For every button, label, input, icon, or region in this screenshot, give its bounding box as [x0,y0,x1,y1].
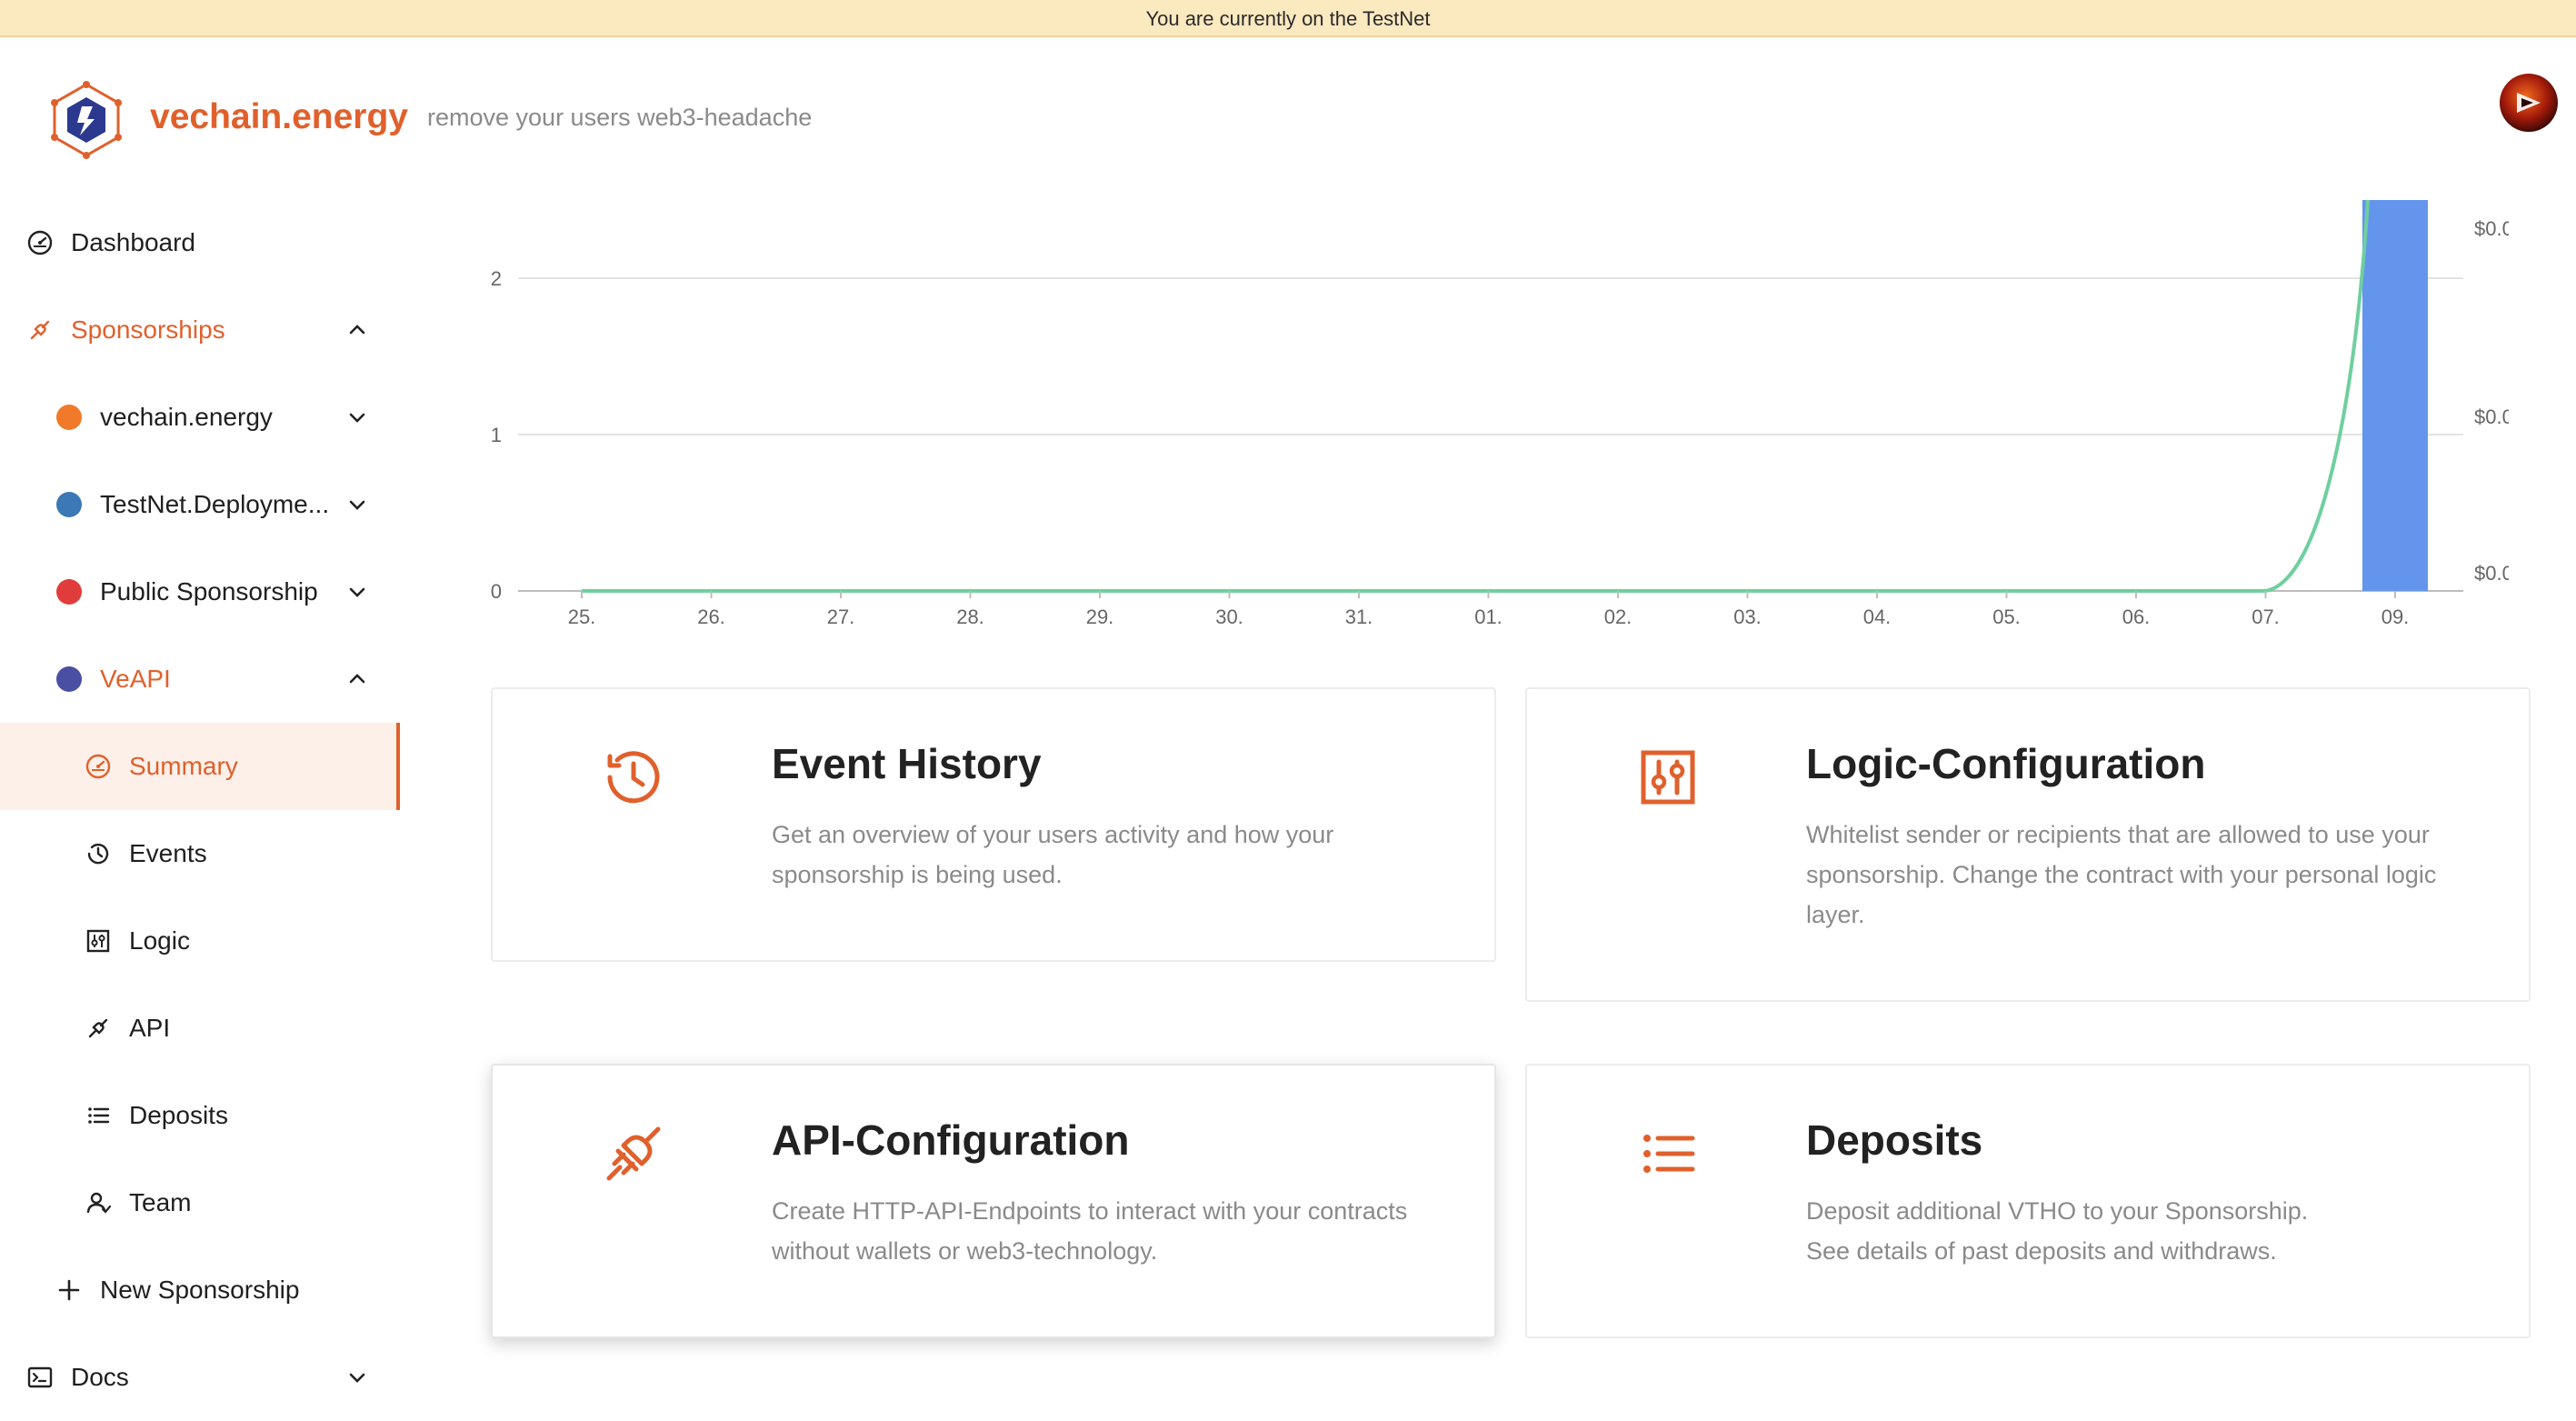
card-description: Whitelist sender or recipients that are … [1806,821,2437,928]
brand-tagline: remove your users web3-headache [427,104,813,131]
sidebar-item-label: Summary [129,752,238,780]
x-axis-tick-label: 01. [1474,605,1503,628]
event-history-card[interactable]: Event History Get an overview of your us… [491,687,1496,962]
sidebar-item-sponsorships[interactable]: Sponsorships [0,286,400,374]
x-axis-tick-label: 25. [568,605,596,628]
chart-bar [2362,200,2428,591]
x-axis-tick-label: 04. [1863,605,1892,628]
logic-configuration-card[interactable]: Logic-Configuration Whitelist sender or … [1525,687,2531,1002]
list-icon [84,1101,113,1130]
team-icon [84,1188,113,1217]
brand-name[interactable]: vechain.energy [150,97,408,137]
sidebar-item-testnet-deployment[interactable]: TestNet.Deployme... [0,461,400,548]
card-title: API-Configuration [772,1116,1130,1164]
plus-icon [55,1276,84,1305]
sidebar-item-docs[interactable]: Docs [0,1334,400,1421]
plug-icon [606,1126,661,1181]
sidebar-item-label: Logic [129,926,190,955]
sidebar-item-dashboard[interactable]: Dashboard [0,199,400,286]
y-axis-right-tick-label: $0.01 [2474,217,2509,240]
x-axis-tick-label: 06. [2122,605,2151,628]
list-icon [1643,1135,1695,1173]
new-sponsorship-button[interactable]: New Sponsorship [0,1246,400,1334]
chevron-up-icon[interactable] [345,318,369,342]
sidebar-item-label: TestNet.Deployme... [100,490,330,518]
sidebar-item-label: vechain.energy [100,403,273,431]
vechain-energy-logo-icon[interactable] [47,81,125,159]
sidebar-item-deposits[interactable]: Deposits [0,1072,400,1159]
card-description: Get an overview of your users activity a… [772,821,1334,888]
chart-line [582,199,2370,593]
sliders-icon [84,926,113,956]
x-axis-tick-label: 26. [697,605,725,628]
sidebar-item-public-sponsorship[interactable]: Public Sponsorship [0,548,400,635]
chevron-down-icon[interactable] [345,1366,369,1389]
sidebar-item-label: Docs [71,1363,129,1391]
card-description: Create HTTP-API-Endpoints to interact wi… [772,1197,1408,1265]
history-icon [607,751,660,804]
history-icon [84,839,113,868]
sidebar-item-label: New Sponsorship [100,1276,300,1304]
chevron-up-icon[interactable] [345,667,369,691]
card-description-line: Deposit additional VTHO to your Sponsors… [1806,1197,2309,1225]
app-header: vechain.energy remove your users web3-he… [0,37,2576,199]
plug-icon [84,1014,113,1043]
y-axis-right-tick-label: $0.00 [2474,562,2509,585]
x-axis-tick-label: 27. [827,605,855,628]
sidebar-item-label: Sponsorships [71,315,225,344]
sidebar-item-api[interactable]: API [0,985,400,1072]
chevron-down-icon[interactable] [345,405,369,429]
sidebar-item-label: Dashboard [71,228,195,256]
sidebar: Dashboard Sponsorships vechain.energy Te… [0,199,400,1398]
sidebar-item-label: API [129,1014,171,1042]
sponsorship-color-dot [56,579,82,605]
sidebar-item-events[interactable]: Events [0,810,400,897]
x-axis-tick-label: 28. [956,605,984,628]
gauge-icon [84,752,113,781]
sponsorship-color-dot [56,492,82,517]
x-axis-tick-label: 29. [1086,605,1114,628]
y-axis-left-tick-label: 2 [491,267,502,290]
x-axis-tick-label: 05. [1992,605,2021,628]
card-title: Event History [772,740,1042,787]
x-axis-tick-label: 03. [1733,605,1762,628]
testnet-banner: You are currently on the TestNet [0,0,2576,37]
x-axis-tick-label: 07. [2252,605,2280,628]
sidebar-item-logic[interactable]: Logic [0,897,400,985]
sidebar-item-veapi[interactable]: VeAPI [0,635,400,723]
y-axis-right-tick-label: $0.00 [2474,405,2509,428]
card-title: Deposits [1806,1116,1983,1164]
sidebar-item-label: Events [129,839,207,867]
chevron-down-icon[interactable] [345,493,369,516]
usage-chart: 0 1 2 $0.00 $0.00 $0.01 25. 26. 27. 28. 29. 30. 31. 0… [491,199,2509,628]
sidebar-item-summary[interactable]: Summary [0,723,400,810]
sponsorship-color-dot [56,666,82,692]
sidebar-item-label: Team [129,1188,192,1216]
sidebar-item-label: Public Sponsorship [100,577,318,605]
x-axis-tick-label: 30. [1215,605,1243,628]
sponsorship-color-dot [56,405,82,430]
sidebar-item-label: Deposits [129,1101,228,1129]
card-description: Deposit additional VTHO to your Sponsors… [1806,1191,2497,1271]
card-description-line: See details of past deposits and withdra… [1806,1237,2277,1265]
user-avatar[interactable] [2500,74,2558,132]
testnet-banner-text: You are currently on the TestNet [1145,7,1431,30]
plug-icon [25,315,55,345]
x-axis-tick-label: 09. [2381,605,2410,628]
y-axis-left-tick-label: 0 [491,580,502,603]
avatar-eye-icon [2517,93,2541,113]
card-title: Logic-Configuration [1806,740,2206,787]
chevron-down-icon[interactable] [345,580,369,604]
terminal-icon [25,1363,55,1392]
api-configuration-card[interactable]: API-Configuration Create HTTP-API-Endpoi… [491,1064,1496,1338]
deposits-card[interactable]: Deposits Deposit additional VTHO to your… [1525,1064,2531,1338]
y-axis-left-tick-label: 1 [491,424,502,446]
x-axis-tick-label: 02. [1604,605,1632,628]
x-axis-tick-label: 31. [1345,605,1373,628]
sidebar-item-label: VeAPI [100,665,171,693]
sidebar-item-team[interactable]: Team [0,1159,400,1246]
gauge-icon [25,228,55,257]
sidebar-item-vechain-energy[interactable]: vechain.energy [0,374,400,461]
sliders-icon [1641,750,1695,805]
